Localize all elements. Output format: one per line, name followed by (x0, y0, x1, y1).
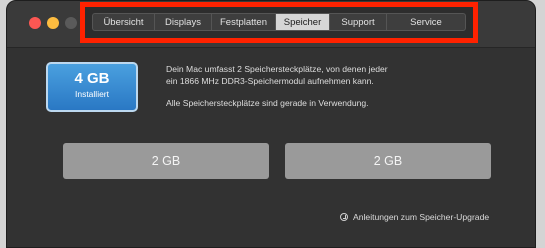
memory-total-size: 4 GB (74, 70, 110, 87)
tab-memory[interactable]: Speicher (276, 14, 330, 30)
minimize-window-button[interactable] (47, 17, 59, 29)
zoom-window-button[interactable] (65, 17, 77, 29)
description-line-1: Dein Mac umfasst 2 Speichersteckplätze, … (166, 64, 388, 74)
tab-service[interactable]: Service (387, 14, 465, 30)
tab-storage[interactable]: Festplatten (212, 14, 276, 30)
description-line-2: ein 1866 MHz DDR3-Speichermodul aufnehme… (166, 76, 374, 86)
tab-displays[interactable]: Displays (155, 14, 212, 30)
memory-slot-2: 2 GB (285, 143, 491, 179)
memory-description: Dein Mac umfasst 2 Speichersteckplätze, … (166, 63, 496, 109)
tab-overview[interactable]: Übersicht (93, 14, 155, 30)
slots-in-use-note: Alle Speichersteckplätze sind gerade in … (166, 98, 369, 108)
arrow-link-icon (340, 213, 348, 221)
segmented-tab-bar: Übersicht Displays Festplatten Speicher … (92, 13, 466, 31)
memory-install-status: Installiert (74, 89, 109, 99)
memory-slot-1: 2 GB (63, 143, 269, 179)
tab-support[interactable]: Support (330, 14, 387, 30)
memory-upgrade-link-label: Anleitungen zum Speicher-Upgrade (353, 212, 490, 222)
close-window-button[interactable] (29, 17, 41, 29)
memory-total-badge: 4 GB Installiert (46, 62, 138, 112)
memory-upgrade-link[interactable]: Anleitungen zum Speicher-Upgrade (340, 212, 489, 222)
